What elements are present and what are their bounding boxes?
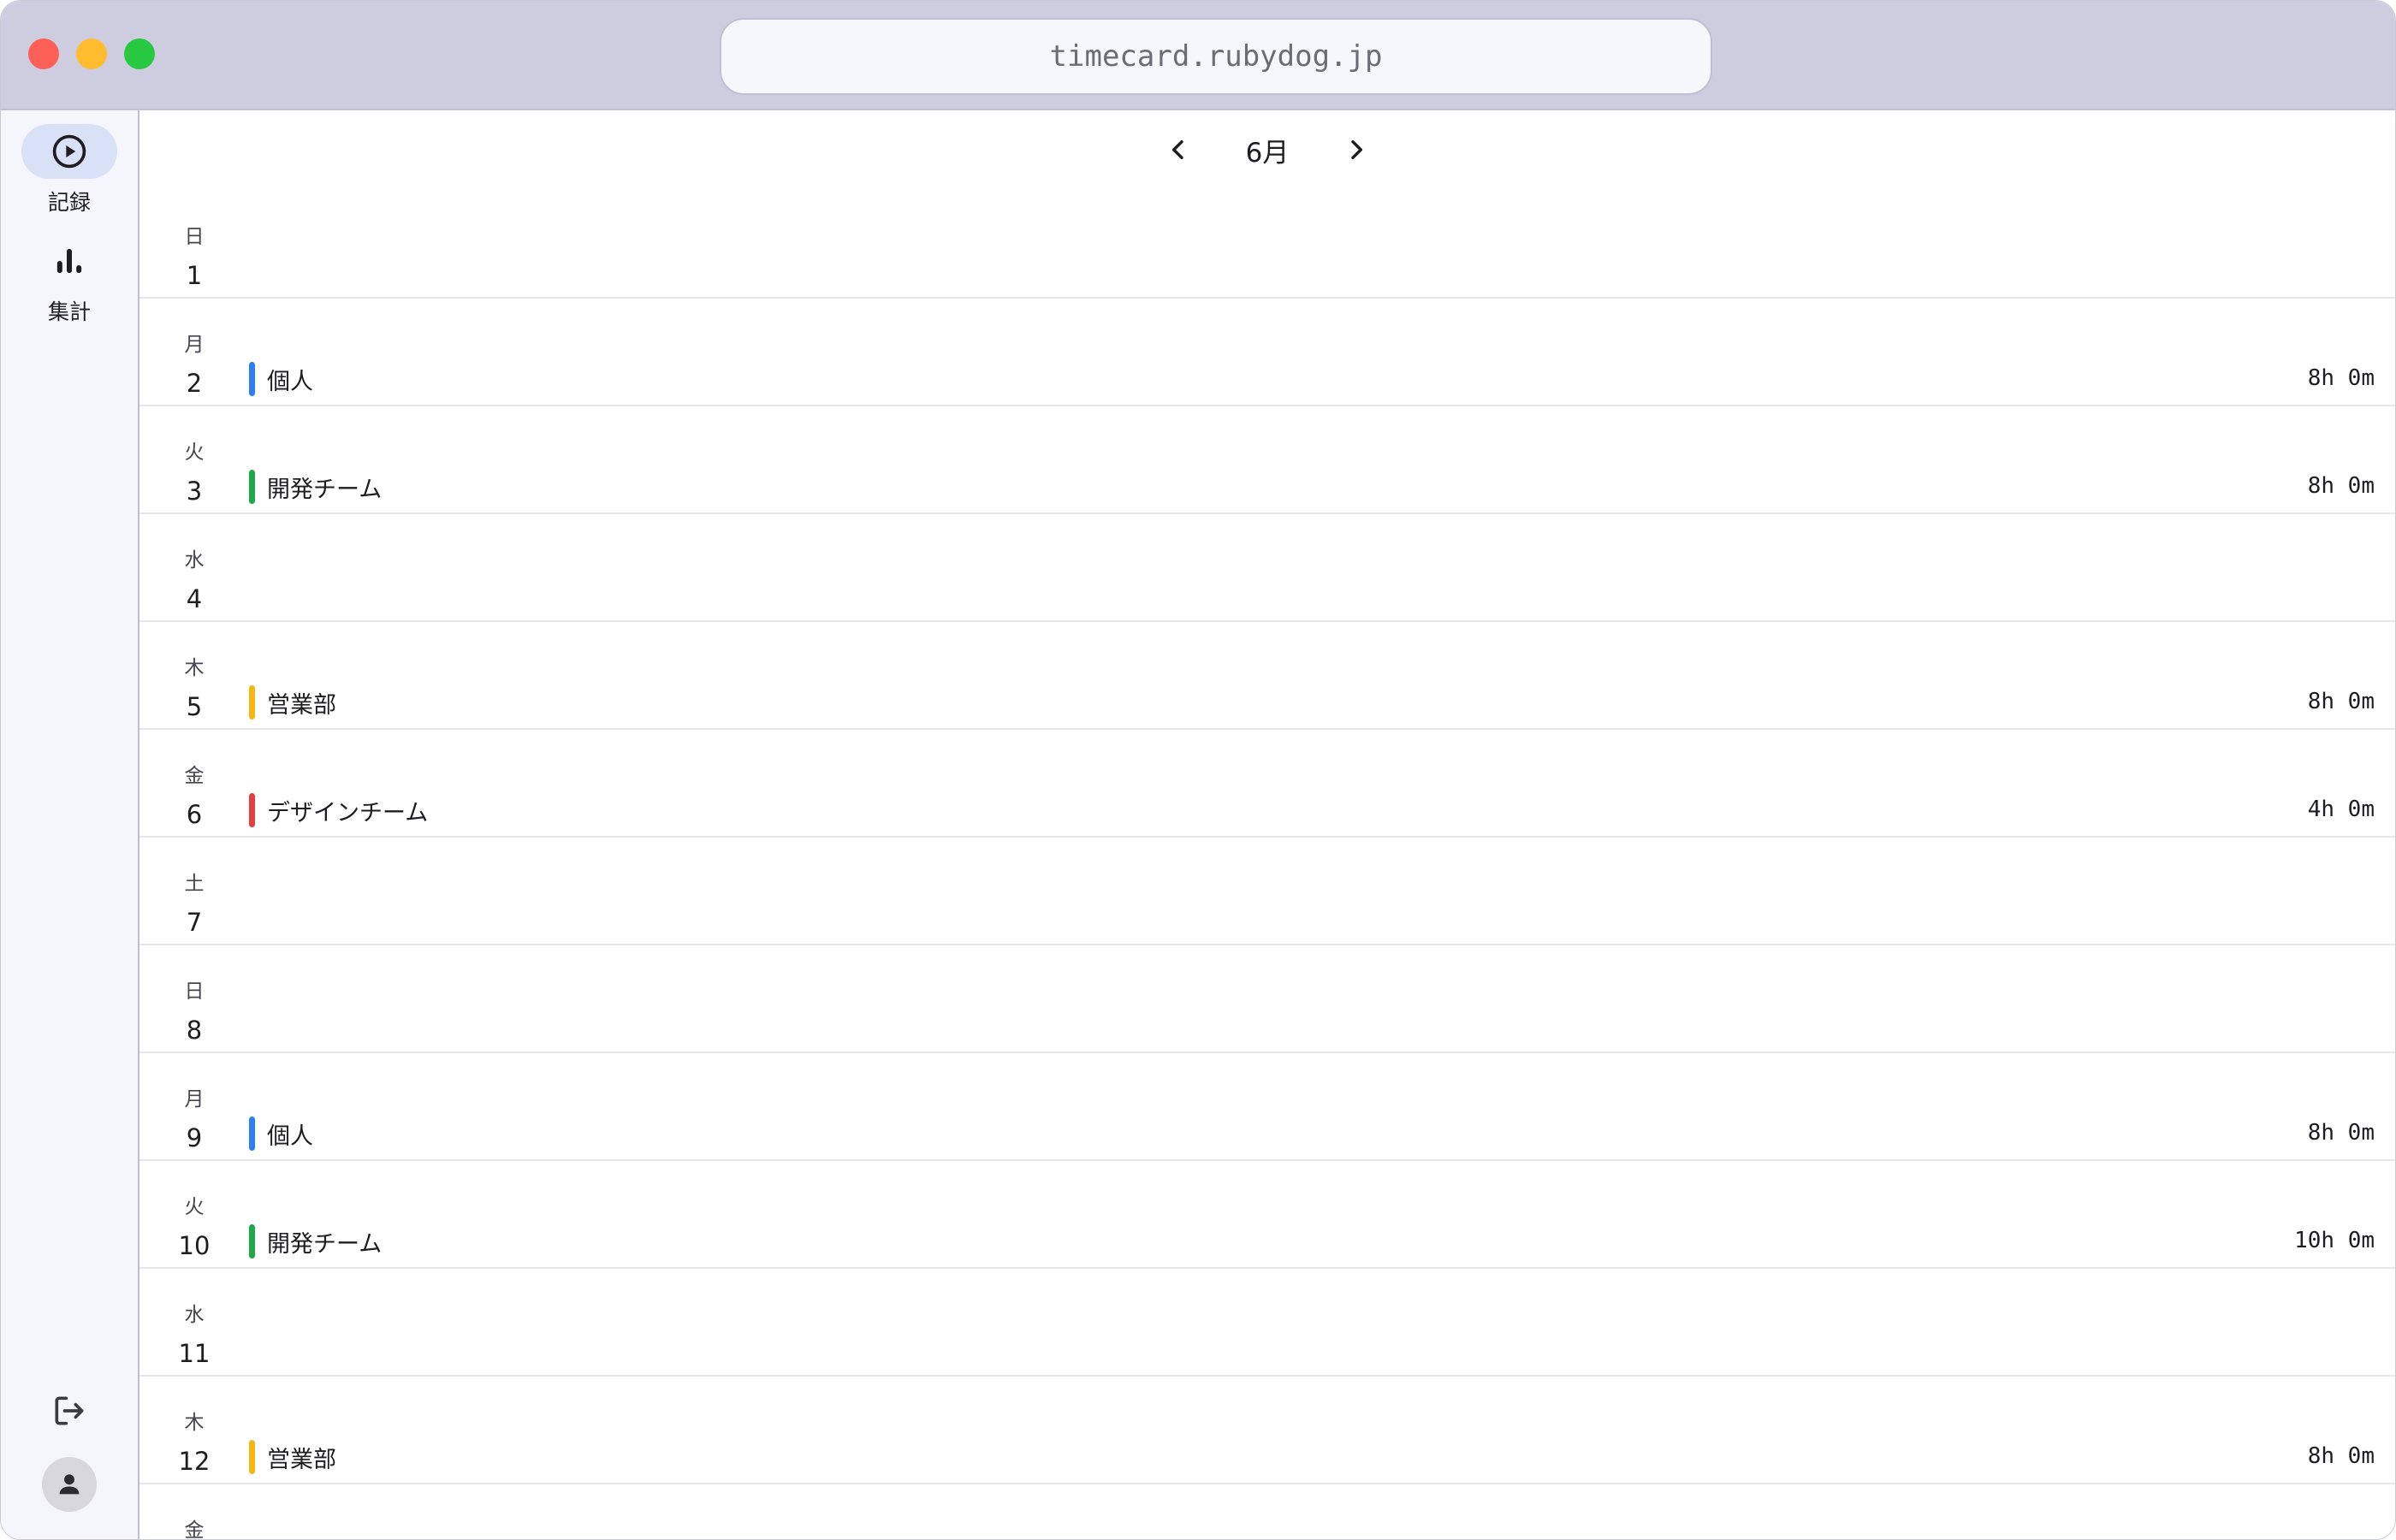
day-row[interactable]: 水4 (139, 514, 2395, 622)
time-entry[interactable]: 個人 (249, 360, 313, 398)
entry-duration: 10h 0m (2294, 1228, 2375, 1253)
entry-color-bar (249, 1440, 255, 1474)
day-number: 4 (186, 584, 203, 613)
day-row[interactable]: 木 12 営業部 8h 0m (139, 1377, 2395, 1484)
next-month-button[interactable] (1337, 131, 1375, 169)
day-row[interactable]: 月 9 個人 8h 0m (139, 1053, 2395, 1161)
day-row[interactable]: 火 10 開発チーム 10h 0m (139, 1161, 2395, 1269)
entry-label: 個人 (267, 368, 313, 395)
entry-label: 開発チーム (267, 476, 383, 503)
day-number: 8 (186, 1016, 203, 1045)
entry-duration: 8h 0m (2307, 365, 2375, 391)
entry-label: 開発チーム (267, 1230, 383, 1258)
day-of-week: 金 (184, 765, 205, 787)
day-of-week: 木 (184, 657, 205, 679)
entry-label: デザインチーム (267, 799, 429, 826)
day-number: 9 (186, 1123, 203, 1152)
day-row[interactable]: 日1 (139, 191, 2395, 299)
day-of-week: 月 (184, 1088, 205, 1111)
time-entry[interactable]: 個人 (249, 1115, 313, 1152)
day-number: 2 (186, 369, 203, 398)
day-number: 5 (186, 692, 203, 721)
entry-color-bar (249, 1224, 255, 1259)
day-of-week: 木 (184, 1412, 205, 1434)
logout-button[interactable] (44, 1385, 95, 1436)
logout-icon (55, 1396, 84, 1425)
time-entry[interactable]: 営業部 (249, 1438, 336, 1476)
day-of-week: 火 (184, 1196, 205, 1218)
person-icon (59, 1474, 80, 1495)
day-row[interactable]: 月 2 個人 8h 0m (139, 299, 2395, 406)
minimize-window-button[interactable] (76, 38, 107, 69)
entry-duration: 8h 0m (2307, 1443, 2375, 1469)
entry-label: 営業部 (267, 691, 336, 719)
time-entry[interactable]: 営業部 (249, 684, 336, 721)
entry-color-bar (249, 793, 255, 827)
entry-color-bar (249, 1116, 255, 1151)
sidebar-item-label: 集計 (47, 299, 91, 324)
avatar[interactable] (42, 1457, 97, 1512)
time-entry[interactable]: 開発チーム (249, 1223, 382, 1260)
bar-chart-icon (56, 248, 82, 274)
day-number: 7 (186, 908, 203, 937)
time-entry[interactable]: デザインチーム (249, 791, 428, 829)
day-number: 1 (186, 261, 203, 290)
maximize-window-button[interactable] (124, 38, 155, 69)
day-of-week: 月 (184, 334, 205, 356)
chevron-left-icon (1171, 139, 1183, 160)
sidebar-item-summary-pill[interactable] (21, 234, 117, 288)
entry-color-bar (249, 362, 255, 396)
day-of-week: 水 (184, 1304, 205, 1326)
day-of-week: 火 (184, 441, 205, 464)
entry-color-bar (249, 470, 255, 504)
prev-month-button[interactable] (1159, 131, 1197, 169)
day-row[interactable]: 金 6 デザインチーム 4h 0m (139, 730, 2395, 838)
browser-window: timecard.rubydog.jp 記録 集計 6月 日 1 月 2 個人 … (0, 0, 2396, 1540)
sidebar-item-label: 記録 (47, 190, 91, 215)
main-content: 6月 日 1 月 2 個人 8h 0m 火 3 開発チーム 8h 0m 水 4 木 5 営業部 8h 0m 金 6… (139, 110, 2395, 1539)
sidebar-item-record-pill[interactable] (21, 124, 117, 179)
play-circle-icon (52, 134, 86, 169)
chevron-right-icon (1351, 139, 1363, 160)
day-number: 3 (186, 477, 203, 506)
sidebar-item-summary[interactable]: 集計 (1, 234, 138, 326)
entry-color-bar (249, 685, 255, 720)
day-list: 日 1 月 2 個人 8h 0m 火 3 開発チーム 8h 0m 水 4 木 5 営業部 8h 0m 金 6 デザイ… (139, 191, 2395, 1539)
day-number: 6 (186, 800, 203, 829)
sidebar: 記録 集計 (1, 110, 139, 1539)
day-of-week: 水 (184, 549, 205, 572)
day-of-week: 日 (184, 226, 205, 248)
title-bar: timecard.rubydog.jp (1, 1, 2395, 110)
close-window-button[interactable] (28, 38, 59, 69)
day-row[interactable]: 日8 (139, 945, 2395, 1053)
day-number: 10 (178, 1231, 211, 1260)
day-number: 11 (178, 1339, 211, 1368)
entry-duration: 4h 0m (2307, 797, 2375, 822)
address-bar[interactable]: timecard.rubydog.jp (720, 18, 1712, 95)
url-text: timecard.rubydog.jp (1049, 39, 1383, 74)
entry-label: 営業部 (267, 1446, 336, 1473)
day-row[interactable]: 金13デザインチーム8h 0m (139, 1484, 2395, 1539)
day-of-week: 日 (184, 980, 205, 1003)
entry-label: 個人 (267, 1122, 313, 1150)
day-row[interactable]: 土7 (139, 838, 2395, 945)
entry-duration: 8h 0m (2307, 689, 2375, 714)
day-of-week: 土 (184, 873, 205, 895)
day-number: 12 (178, 1447, 211, 1476)
day-row[interactable]: 火 3 開発チーム 8h 0m (139, 406, 2395, 514)
day-of-week: 金 (184, 1519, 205, 1539)
month-label: 6月 (1245, 137, 1290, 169)
sidebar-item-record[interactable]: 記録 (1, 124, 138, 216)
entry-duration: 8h 0m (2307, 1120, 2375, 1146)
day-row[interactable]: 水 11 (139, 1269, 2395, 1377)
month-navigation: 6月 (139, 122, 2395, 177)
entry-duration: 8h 0m (2307, 473, 2375, 499)
time-entry[interactable]: 開発チーム (249, 468, 382, 506)
day-row[interactable]: 木 5 営業部 8h 0m (139, 622, 2395, 730)
